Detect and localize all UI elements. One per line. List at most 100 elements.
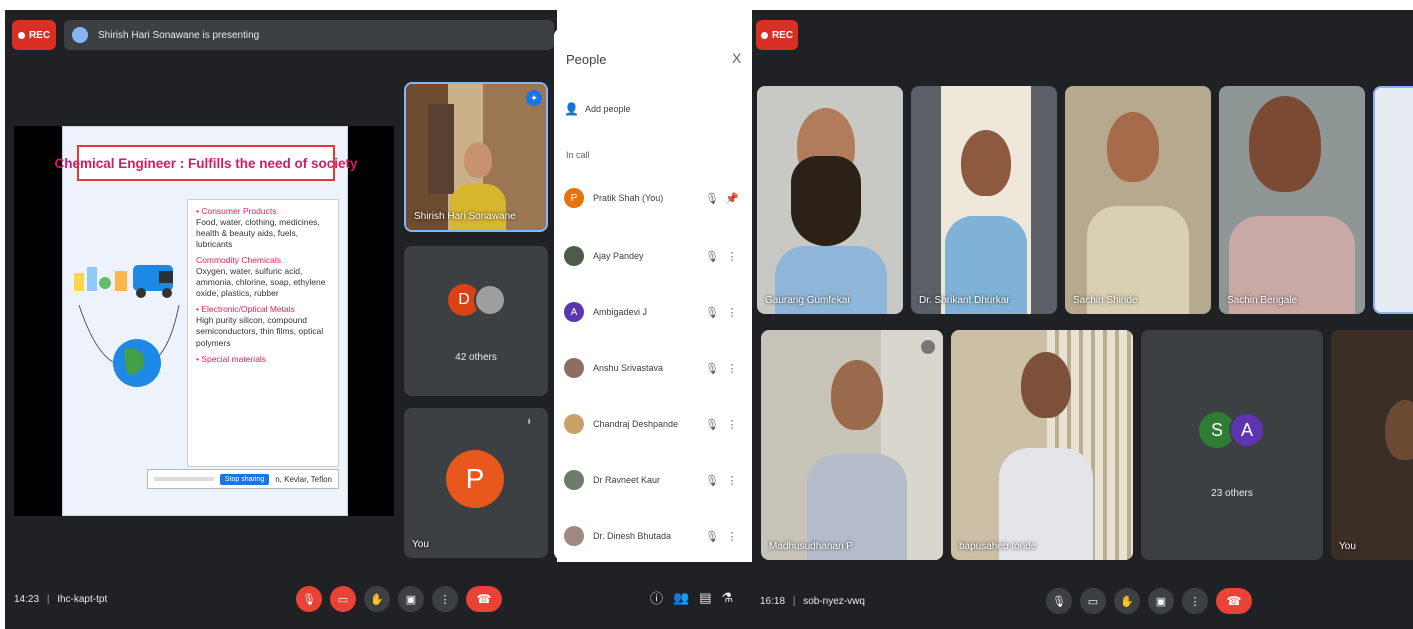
microphone-off-icon[interactable]: 🎙 (296, 586, 322, 612)
others-count: 42 others (455, 352, 497, 363)
others-tile[interactable]: S A 23 others (1141, 330, 1323, 560)
participant-name: You (1339, 541, 1356, 552)
presenter-video-tile[interactable]: ✦ Shirish Hari Sonawane (404, 82, 548, 232)
more-options-icon[interactable]: ⋮ (722, 474, 742, 487)
participant-row[interactable]: A Ambigadevi J 🎙 ⋮ (564, 292, 742, 332)
activities-icon[interactable]: ⚗ (722, 590, 734, 606)
slide-diagram (74, 265, 180, 387)
self-tile[interactable]: You (1331, 330, 1413, 560)
participant-video-tile-partial[interactable] (1373, 86, 1413, 314)
info-icon[interactable]: ⓘ (650, 588, 663, 607)
leave-call-icon[interactable]: ☎ (1216, 588, 1252, 614)
participant-face (1249, 96, 1321, 192)
shared-screen: Chemical Engineer : Fulfills the need of… (14, 126, 394, 516)
mic-off-icon[interactable]: 🎙 (702, 192, 722, 205)
mic-off-icon[interactable]: 🎙 (702, 474, 722, 487)
camera-icon[interactable]: ▭ (1080, 588, 1106, 614)
camera-off-icon[interactable]: ▭ (330, 586, 356, 612)
participant-video-tile[interactable]: Dr. Shrikant Dhurkar (911, 86, 1057, 314)
more-options-icon[interactable]: ⋮ (722, 306, 742, 319)
slide-heading: • Electronic/Optical Metals (196, 304, 295, 315)
participant-name: Gaurang Gumfekar (765, 295, 851, 306)
participant-face (1385, 400, 1413, 460)
avatar (564, 470, 584, 490)
participant-row[interactable]: Ajay Pandey 🎙 ⋮ (564, 236, 742, 276)
participant-name: Ajay Pandey (593, 251, 644, 261)
raise-hand-icon[interactable]: ✋ (1114, 588, 1140, 614)
record-dot-icon (760, 31, 768, 39)
right-control-bar: 🎙 ▭ ✋ ▣ ⋮ ☎ (1046, 588, 1252, 614)
mic-off-icon[interactable]: 🎙 (702, 306, 722, 319)
more-options-icon[interactable]: ⋮ (722, 250, 742, 263)
participant-name: Sachin Shinde (1073, 295, 1138, 306)
avatar: A (564, 302, 584, 322)
recording-badge: REC (756, 20, 798, 50)
pin-icon[interactable]: ✦ (526, 90, 542, 106)
avatar: P (564, 188, 584, 208)
participant-row[interactable]: Anshu Srivastava 🎙 ⋮ (564, 348, 742, 388)
microphone-icon[interactable]: 🎙 (1046, 588, 1072, 614)
self-tile[interactable]: ᵻ P You (404, 408, 548, 558)
clock: 14:23 (14, 594, 40, 605)
in-call-heading: In call (566, 150, 590, 160)
participant-name: Dr Ravneet Kaur (593, 475, 661, 485)
participant-row[interactable]: Chandraj Deshpande 🎙 ⋮ (564, 404, 742, 444)
participant-name: Madhusudhanan P (769, 541, 853, 552)
presentation-slide: Chemical Engineer : Fulfills the need of… (54, 126, 358, 516)
leave-call-icon[interactable]: ☎ (466, 586, 502, 612)
close-icon[interactable]: X (732, 50, 741, 66)
participant-video-tile[interactable]: Gaurang Gumfekar (757, 86, 903, 314)
stop-sharing-button[interactable]: Stop sharing (219, 473, 270, 485)
mic-off-icon[interactable]: 🎙 (702, 250, 722, 263)
meeting-info: 16:18 | sob-nyez-vwq (760, 596, 865, 607)
participant-video-tile[interactable]: Madhusudhanan P (761, 330, 943, 560)
people-title: People (566, 52, 607, 67)
slide-heading: • Consumer Products (196, 206, 277, 216)
participant-shirt (450, 184, 506, 230)
slide-bullet-list: • Consumer Products Food, water, clothin… (187, 199, 339, 467)
more-options-icon[interactable]: ⋮ (432, 586, 458, 612)
slide-heading: Commodity Chemicals (196, 255, 282, 266)
add-people-button[interactable]: 👤 Add people (564, 102, 631, 116)
add-person-icon: 👤 (564, 102, 579, 116)
sharing-prompt: Stop sharing n, Kevlar, Teflon (147, 469, 339, 489)
mic-off-icon (921, 340, 935, 354)
more-options-icon[interactable]: ⋮ (722, 362, 742, 375)
meeting-info: 14:23 | Ihc-kapt-tpt (14, 594, 108, 605)
pin-icon[interactable]: 📌 (722, 192, 742, 205)
presenting-text: Shirish Hari Sonawane is presenting (98, 29, 260, 41)
mic-off-icon[interactable]: 🎙 (702, 362, 722, 375)
participant-video-tile[interactable]: bapusaheb tonde (951, 330, 1133, 560)
slide-text: n, Kevlar, Teflon (275, 474, 332, 484)
others-count: 23 others (1211, 488, 1253, 499)
slide-heading: • Special materials (196, 353, 267, 364)
participant-face (1107, 112, 1159, 182)
mic-off-icon[interactable]: 🎙 (702, 418, 722, 431)
participant-video-tile[interactable]: Sachin Bengale (1219, 86, 1365, 314)
slide-title: Chemical Engineer : Fulfills the need of… (54, 145, 358, 181)
participant-face (831, 360, 883, 430)
present-screen-icon[interactable]: ▣ (1148, 588, 1174, 614)
participant-name: Sachin Bengale (1227, 295, 1298, 306)
participant-name: Ambigadevi J (593, 307, 648, 317)
add-people-label: Add people (584, 104, 631, 114)
mic-off-icon: ᵻ (528, 416, 531, 427)
participant-name: Anshu Srivastava (593, 363, 664, 373)
people-icon[interactable]: 👥 (673, 590, 689, 606)
chat-icon[interactable]: ▤ (699, 590, 711, 606)
participant-video-tile[interactable]: Sachin Shinde (1065, 86, 1211, 314)
participant-row[interactable]: Dr Ravneet Kaur 🎙 ⋮ (564, 460, 742, 500)
recording-label: REC (28, 29, 51, 41)
present-screen-icon[interactable]: ▣ (398, 586, 424, 612)
more-options-icon[interactable]: ⋮ (722, 530, 742, 543)
raise-hand-icon[interactable]: ✋ (364, 586, 390, 612)
participant-row[interactable]: Dr. Dinesh Bhutada 🎙 ⋮ (564, 516, 742, 556)
participant-row[interactable]: P Pratik Shah (You) 🎙 📌 (564, 178, 742, 218)
others-tile[interactable]: D 42 others (404, 246, 548, 396)
slide-text: High purity silicon, compound semiconduc… (196, 315, 324, 348)
avatar: A (1229, 412, 1265, 448)
mic-off-icon[interactable]: 🎙 (702, 530, 722, 543)
bookshelf (428, 104, 454, 194)
more-options-icon[interactable]: ⋮ (722, 418, 742, 431)
more-options-icon[interactable]: ⋮ (1182, 588, 1208, 614)
